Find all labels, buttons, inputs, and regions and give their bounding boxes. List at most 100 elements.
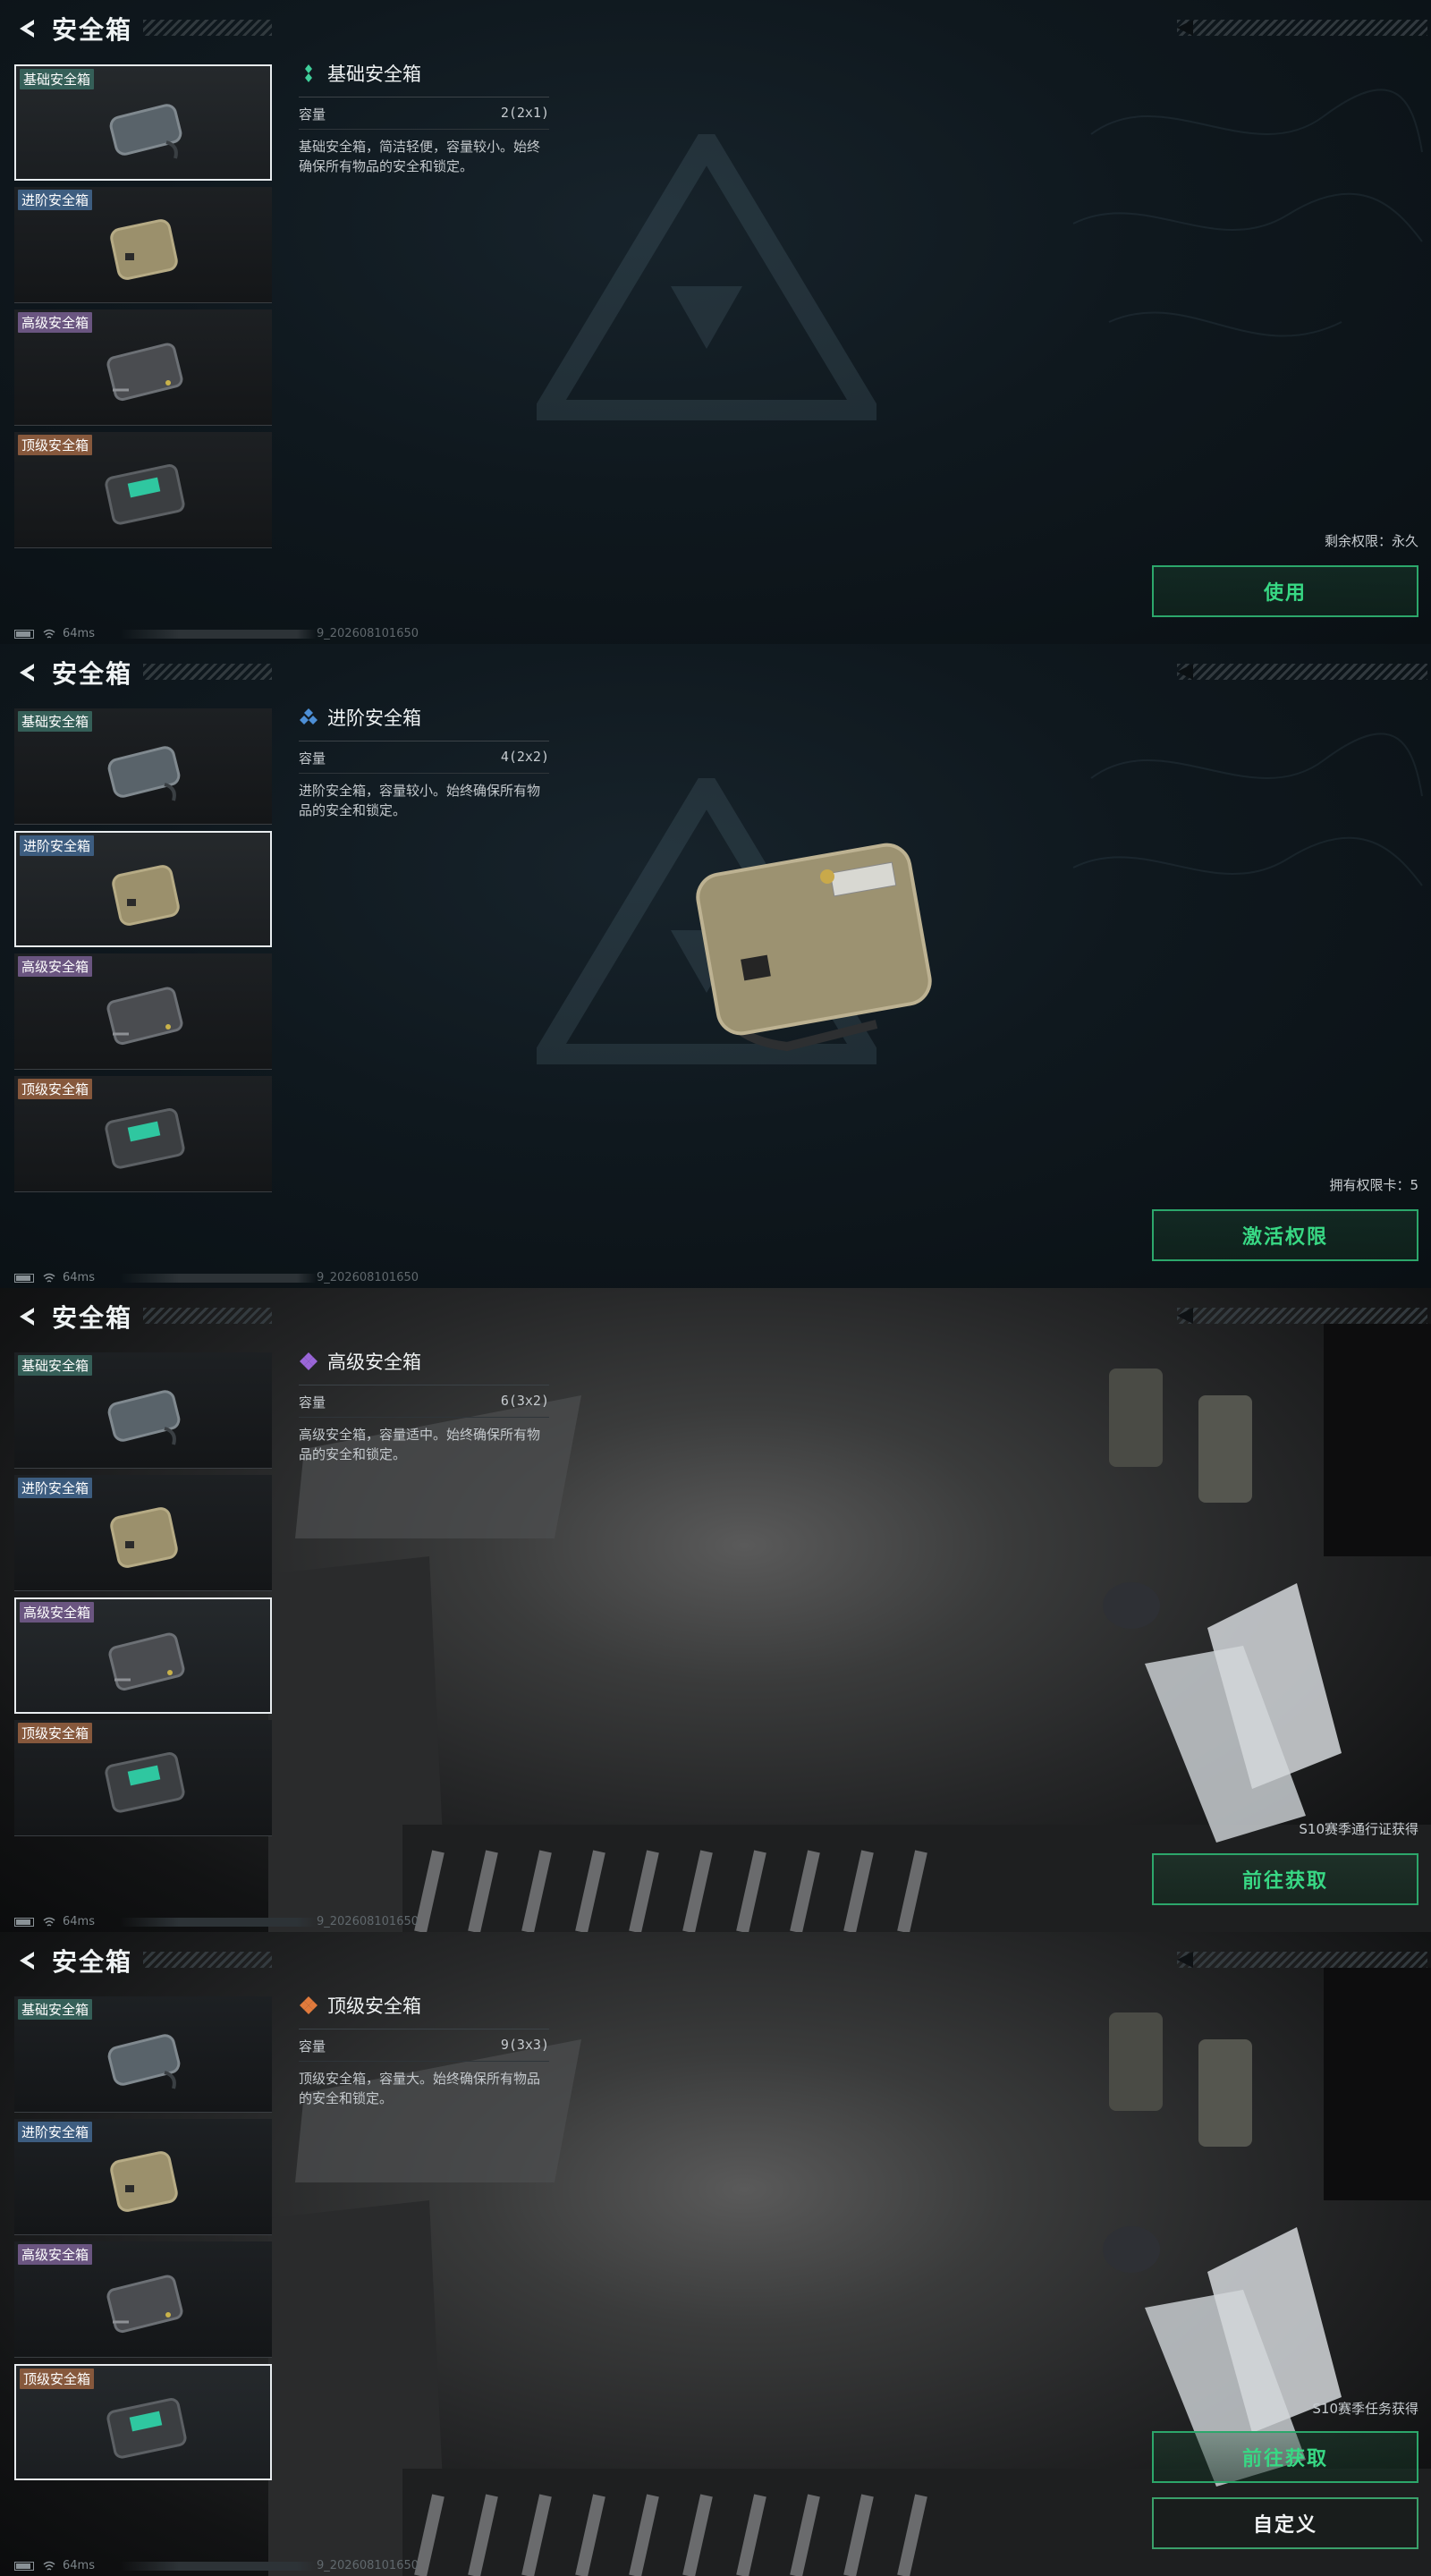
sidebar-item-label: 高级安全箱: [18, 312, 93, 333]
sidebar-item-basic-safe-box[interactable]: 基础安全箱: [14, 1996, 272, 2113]
header-stripe-decoration: [143, 664, 272, 680]
sidebar-item-top-safe-box[interactable]: 顶级安全箱: [14, 1720, 272, 1836]
sidebar-item-basic-safe-box[interactable]: 基础安全箱: [14, 1352, 272, 1469]
sidebar-item-top-safe-box[interactable]: 顶级安全箱: [14, 2364, 272, 2480]
advanced-safe-box-image: [110, 219, 178, 280]
build-version-text: 9_202608101650: [316, 627, 419, 640]
sidebar-item-label: 进阶安全箱: [18, 1478, 93, 1498]
sidebar-item-advanced-safe-box[interactable]: 进阶安全箱: [14, 1475, 272, 1591]
sidebar-item-label: 基础安全箱: [18, 1355, 93, 1376]
header-stripe-decoration: [143, 1952, 272, 1968]
top-safe-box-image: [106, 2398, 187, 2459]
safe-box-name: 基础安全箱: [327, 64, 421, 85]
page-title: 安全箱: [52, 1947, 133, 1977]
battery-icon: [14, 2561, 34, 2571]
rarity-diamond-icon: [300, 1996, 318, 2014]
advanced-safe-box-image: [110, 2151, 178, 2212]
sidebar-item-advanced-safe-box[interactable]: 进阶安全箱: [14, 187, 272, 303]
rarity-diamond-icon: [300, 1352, 318, 1370]
basic-safe-box-image: [107, 746, 181, 801]
sidebar-item-top-safe-box[interactable]: 顶级安全箱: [14, 432, 272, 548]
sidebar-item-high-safe-box[interactable]: 高级安全箱: [14, 1597, 272, 1714]
go-acquire-button[interactable]: 前往获取: [1152, 1853, 1418, 1905]
sidebar-item-label: 进阶安全箱: [18, 190, 93, 210]
sidebar-item-advanced-safe-box[interactable]: 进阶安全箱: [14, 831, 272, 947]
advanced-safe-box-preview: [696, 843, 932, 1052]
acquire-source-text: S10赛季任务获得: [1312, 2401, 1418, 2417]
battery-icon: [14, 1273, 34, 1283]
high-safe-box-image: [106, 987, 183, 1046]
topographic-map-decoration: [1072, 89, 1423, 337]
header-stripe-decoration: [1177, 1952, 1427, 1968]
build-bar-decoration: [119, 629, 317, 639]
header-stripe-decoration: [143, 20, 272, 36]
sidebar-item-label: 顶级安全箱: [18, 1723, 93, 1743]
build-version-text: 9_202608101650: [316, 1915, 419, 1928]
use-button[interactable]: 使用: [1152, 565, 1418, 617]
capacity-value: 4(2x2): [500, 749, 549, 765]
basic-safe-box-image: [109, 104, 182, 159]
build-bar-decoration: [119, 2561, 317, 2571]
sidebar-item-top-safe-box[interactable]: 顶级安全箱: [14, 1076, 272, 1192]
safe-box-detail: 基础安全箱 容量 2(2x1) 基础安全箱，简洁轻便，容量较小。始终确保所有物品…: [299, 59, 549, 176]
header: 安全箱: [14, 1301, 132, 1333]
page-title: 安全箱: [52, 1303, 133, 1333]
sidebar-item-label: 顶级安全箱: [20, 2368, 95, 2389]
permission-status-text: 剩余权限：永久: [1324, 533, 1418, 549]
sidebar-item-label: 进阶安全箱: [20, 835, 95, 856]
header-stripe-decoration: [1177, 20, 1427, 36]
sidebar-item-basic-safe-box[interactable]: 基础安全箱: [14, 708, 272, 825]
high-safe-box-image: [108, 1632, 185, 1691]
safe-box-list: 基础安全箱 进阶安全箱 高级安全箱 顶级安全箱: [14, 64, 272, 555]
activate-permission-button[interactable]: 激活权限: [1152, 1209, 1418, 1261]
sidebar-item-label: 基础安全箱: [20, 69, 95, 89]
sidebar-item-label: 顶级安全箱: [18, 1079, 93, 1099]
basic-safe-box-image: [107, 1390, 181, 1445]
capacity-value: 2(2x1): [500, 105, 549, 121]
acquire-source-text: S10赛季通行证获得: [1299, 1821, 1418, 1837]
high-safe-box-image: [106, 343, 183, 402]
back-arrow-icon[interactable]: [14, 1948, 39, 1973]
sidebar-item-high-safe-box[interactable]: 高级安全箱: [14, 309, 272, 426]
safe-box-detail: 进阶安全箱 容量 4(2x2) 进阶安全箱，容量较小。始终确保所有物品的安全和锁…: [299, 703, 549, 820]
go-acquire-button[interactable]: 前往获取: [1152, 2431, 1418, 2483]
sidebar-item-label: 顶级安全箱: [18, 435, 93, 455]
build-version-text: 9_202608101650: [316, 1271, 419, 1284]
wifi-icon: [43, 1917, 55, 1927]
safe-box-screen-advanced: 安全箱 基础安全箱 进阶安全箱 高级安全箱 顶级安全箱 进阶安全箱 容量 4(2…: [0, 644, 1431, 1288]
page-title: 安全箱: [52, 15, 133, 45]
capacity-row: 容量 4(2x2): [299, 741, 549, 773]
sidebar-item-advanced-safe-box[interactable]: 进阶安全箱: [14, 2119, 272, 2235]
safe-box-name: 高级安全箱: [327, 1352, 421, 1373]
safe-box-screen-top: 安全箱 基础安全箱 进阶安全箱 高级安全箱 顶级安全箱 顶级安全箱 容量 9(3…: [0, 1932, 1431, 2576]
sidebar-item-basic-safe-box[interactable]: 基础安全箱: [14, 64, 272, 181]
ping-text: 64ms: [63, 627, 95, 640]
customize-button[interactable]: 自定义: [1152, 2497, 1418, 2549]
sidebar-item-label: 基础安全箱: [18, 1999, 93, 2020]
permission-card-count-text: 拥有权限卡：5: [1329, 1177, 1418, 1193]
sidebar-item-high-safe-box[interactable]: 高级安全箱: [14, 2241, 272, 2358]
sidebar-item-label: 进阶安全箱: [18, 2122, 93, 2142]
wifi-icon: [43, 2561, 55, 2571]
safe-box-description: 顶级安全箱，容量大。始终确保所有物品的安全和锁定。: [299, 2061, 549, 2108]
capacity-row: 容量 2(2x1): [299, 97, 549, 129]
hud-status-bar: 64ms 9_202608101650: [14, 1271, 419, 1284]
sidebar-item-label: 基础安全箱: [18, 711, 93, 732]
topographic-map-decoration: [1072, 733, 1423, 886]
capacity-label: 容量: [299, 1394, 326, 1411]
safe-box-screen-basic: 安全箱 基础安全箱 进阶安全箱 高级安全箱 顶级安全箱 基础安全箱 容量 2(2…: [0, 0, 1431, 644]
sidebar-item-high-safe-box[interactable]: 高级安全箱: [14, 953, 272, 1070]
header: 安全箱: [14, 13, 132, 45]
back-arrow-icon[interactable]: [14, 1304, 39, 1329]
capacity-row: 容量 9(3x3): [299, 2029, 549, 2061]
build-bar-decoration: [119, 1273, 317, 1283]
hud-status-bar: 64ms 9_202608101650: [14, 2559, 419, 2572]
ping-text: 64ms: [63, 1271, 95, 1284]
safe-box-detail: 顶级安全箱 容量 9(3x3) 顶级安全箱，容量大。始终确保所有物品的安全和锁定…: [299, 1991, 549, 2108]
top-safe-box-image: [105, 1108, 185, 1169]
back-arrow-icon[interactable]: [14, 660, 39, 685]
safe-box-list: 基础安全箱 进阶安全箱 高级安全箱 顶级安全箱: [14, 1996, 272, 2487]
back-arrow-icon[interactable]: [14, 16, 39, 41]
safe-box-description: 进阶安全箱，容量较小。始终确保所有物品的安全和锁定。: [299, 773, 549, 820]
sidebar-item-label: 高级安全箱: [18, 2244, 93, 2265]
